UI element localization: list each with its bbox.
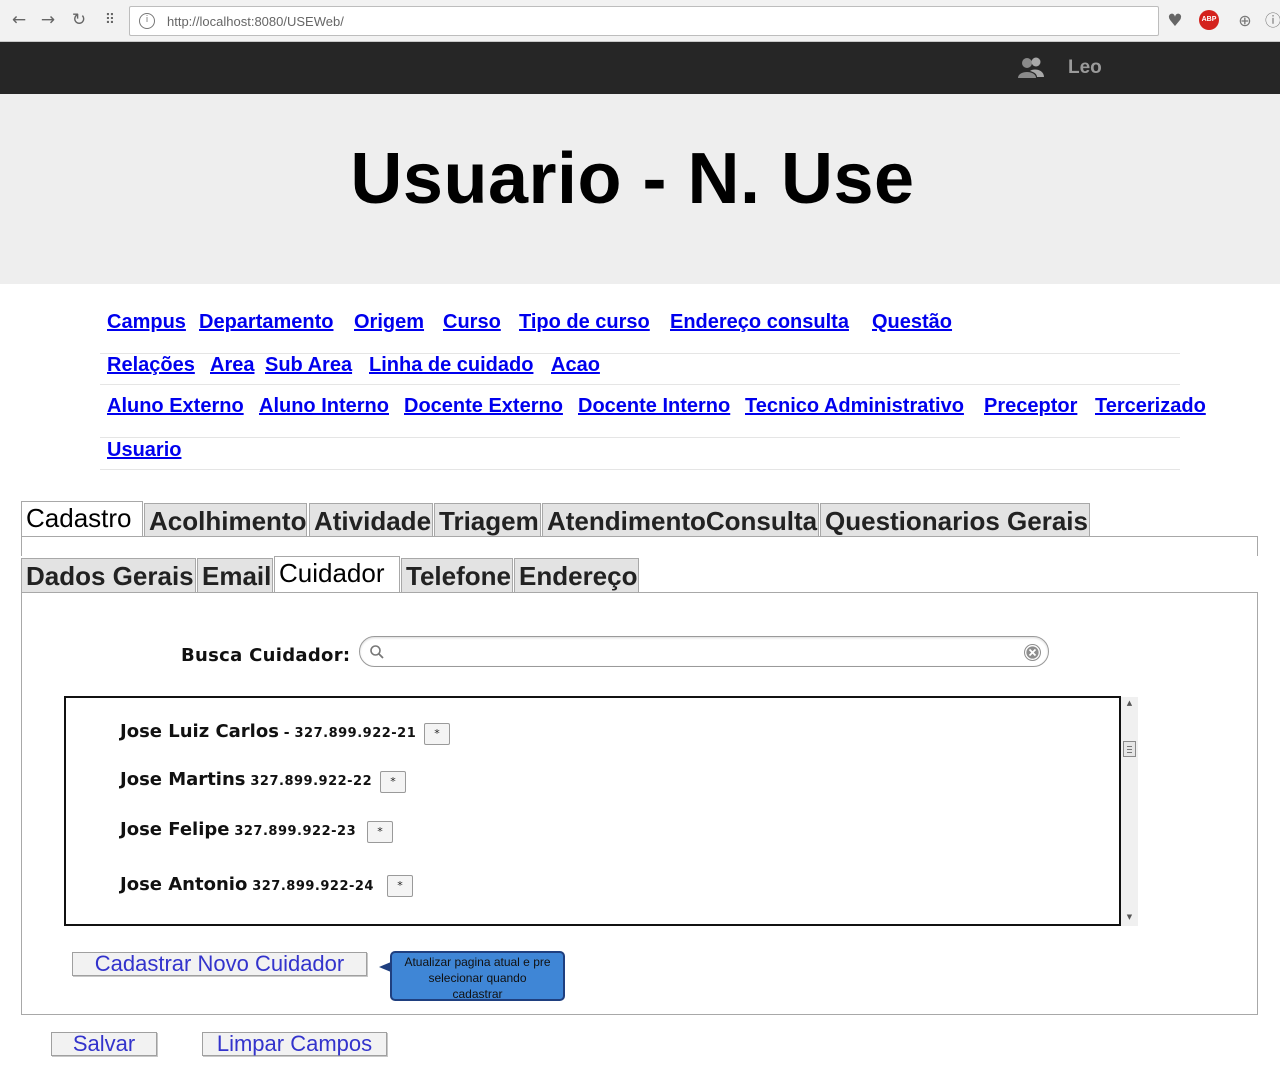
select-caregiver-button[interactable]: * — [387, 875, 413, 897]
search-input[interactable] — [390, 640, 1010, 663]
list-scrollbar[interactable]: ▲ ▼ — [1121, 697, 1138, 926]
list-item: Jose Felipe 327.899.922-23 — [120, 819, 356, 840]
tab-atendimentoconsulta[interactable]: AtendimentoConsulta — [542, 503, 819, 537]
tab-acolhimento[interactable]: Acolhimento — [144, 503, 307, 537]
nav-row-1: Campus Departamento Origem Curso Tipo de… — [100, 311, 1180, 354]
page-title: Usuario - N. Use — [350, 139, 915, 219]
nav-link-area[interactable]: Area — [210, 354, 254, 377]
nav-link-questao[interactable]: Questão — [872, 311, 952, 334]
download-icon[interactable]: ⊕ — [1234, 10, 1256, 32]
nav-row-3: Aluno Externo Aluno Interno Docente Exte… — [100, 395, 1206, 438]
back-icon[interactable]: ← — [9, 10, 29, 30]
tooltip-line: cadastrar — [452, 987, 503, 1001]
main-tab-panel — [21, 536, 1258, 556]
caregiver-name: Jose Felipe — [120, 819, 230, 840]
nav-link-linha-de-cuidado[interactable]: Linha de cuidado — [369, 354, 533, 377]
save-button[interactable]: Salvar — [51, 1032, 157, 1056]
tooltip-line: selecionar quando — [428, 971, 527, 985]
search-field[interactable] — [359, 636, 1049, 667]
nav-link-campus[interactable]: Campus — [107, 311, 186, 334]
tab-dados-gerais[interactable]: Dados Gerais — [21, 558, 196, 592]
top-navbar: Leo — [0, 42, 1280, 94]
nav-link-acao[interactable]: Acao — [551, 354, 600, 377]
info-icon[interactable]: ⓘ — [1262, 10, 1280, 32]
tab-endereco[interactable]: Endereço — [514, 558, 639, 592]
select-caregiver-button[interactable]: * — [367, 821, 393, 843]
help-tooltip: Atualizar pagina atual e pre selecionar … — [390, 951, 565, 1001]
scroll-up-icon[interactable]: ▲ — [1121, 697, 1138, 709]
tab-telefone[interactable]: Telefone — [401, 558, 513, 592]
heart-icon[interactable]: ♥ — [1164, 10, 1186, 32]
nav-row-2: Relações Area Sub Area Linha de cuidado … — [100, 354, 1180, 385]
tab-triagem[interactable]: Triagem — [434, 503, 541, 537]
search-label: Busca Cuidador: — [181, 645, 351, 666]
nav-link-origem[interactable]: Origem — [354, 311, 424, 334]
browser-toolbar: ← → ↻ ⠿ i http://localhost:8080/USEWeb/ … — [0, 0, 1280, 42]
add-caregiver-button[interactable]: Cadastrar Novo Cuidador — [72, 952, 367, 976]
caregiver-cpf: 327.899.922-24 — [252, 879, 374, 894]
users-icon[interactable] — [1017, 54, 1045, 82]
select-caregiver-button[interactable]: * — [380, 771, 406, 793]
nav-link-aluno-externo[interactable]: Aluno Externo — [107, 395, 244, 418]
search-icon — [370, 645, 384, 659]
nav-link-docente-interno[interactable]: Docente Interno — [578, 395, 730, 418]
forward-icon[interactable]: → — [38, 10, 58, 30]
nav-link-tecnico-administrativo[interactable]: Tecnico Administrativo — [745, 395, 964, 418]
adblock-icon[interactable]: ABP — [1199, 10, 1221, 32]
nav-link-relacoes[interactable]: Relações — [107, 354, 195, 377]
caregiver-name: Jose Luiz Carlos — [120, 721, 279, 742]
tab-cuidador[interactable]: Cuidador — [274, 556, 400, 592]
caregiver-cpf: 327.899.922-23 — [234, 824, 357, 839]
clear-fields-button[interactable]: Limpar Campos — [202, 1032, 387, 1056]
nav-link-tipo-de-curso[interactable]: Tipo de curso — [519, 311, 650, 334]
nav-link-aluno-interno[interactable]: Aluno Interno — [259, 395, 389, 418]
nav-link-endereco-consulta[interactable]: Endereço consulta — [670, 311, 849, 334]
nav-link-preceptor[interactable]: Preceptor — [984, 395, 1077, 418]
nav-link-sub-area[interactable]: Sub Area — [265, 354, 352, 377]
site-info-icon[interactable]: i — [139, 13, 155, 29]
list-item: Jose Luiz Carlos - 327.899.922-21 — [120, 721, 416, 742]
caregiver-cpf: 327.899.922-22 — [250, 774, 373, 789]
nav-link-departamento[interactable]: Departamento — [199, 311, 333, 334]
list-item: Jose Antonio 327.899.922-24 — [120, 874, 374, 895]
select-caregiver-button[interactable]: * — [424, 723, 450, 745]
scroll-thumb[interactable] — [1123, 741, 1136, 757]
nav-link-usuario[interactable]: Usuario — [107, 439, 181, 462]
caregiver-separator: - — [278, 725, 295, 741]
nav-link-docente-externo[interactable]: Docente Externo — [404, 395, 563, 418]
reload-icon[interactable]: ↻ — [69, 10, 89, 30]
url-text[interactable]: http://localhost:8080/USEWeb/ — [167, 14, 344, 29]
caregiver-cpf: 327.899.922-21 — [294, 726, 417, 741]
clear-icon[interactable] — [1023, 643, 1042, 662]
tooltip-line: Atualizar pagina atual e pre — [404, 955, 551, 969]
apps-icon[interactable]: ⠿ — [100, 10, 120, 30]
nav-link-curso[interactable]: Curso — [443, 311, 501, 334]
nav-link-tercerizado[interactable]: Tercerizado — [1095, 395, 1206, 418]
adblock-label: ABP — [1199, 10, 1219, 30]
list-item: Jose Martins 327.899.922-22 — [120, 769, 372, 790]
nav-row-4: Usuario — [100, 439, 1180, 470]
caregiver-name: Jose Martins — [120, 769, 246, 790]
tab-questionarios-gerais[interactable]: Questionarios Gerais — [820, 503, 1090, 537]
caregiver-name: Jose Antonio — [120, 874, 248, 895]
scroll-down-icon[interactable]: ▼ — [1121, 911, 1138, 923]
page-header: Usuario - N. Use — [0, 94, 1280, 284]
tab-atividade[interactable]: Atividade — [309, 503, 433, 537]
user-name[interactable]: Leo — [1068, 57, 1102, 79]
tab-email[interactable]: Email — [197, 558, 273, 592]
tab-cadastro[interactable]: Cadastro — [21, 501, 143, 537]
address-bar[interactable]: i http://localhost:8080/USEWeb/ — [129, 6, 1159, 36]
